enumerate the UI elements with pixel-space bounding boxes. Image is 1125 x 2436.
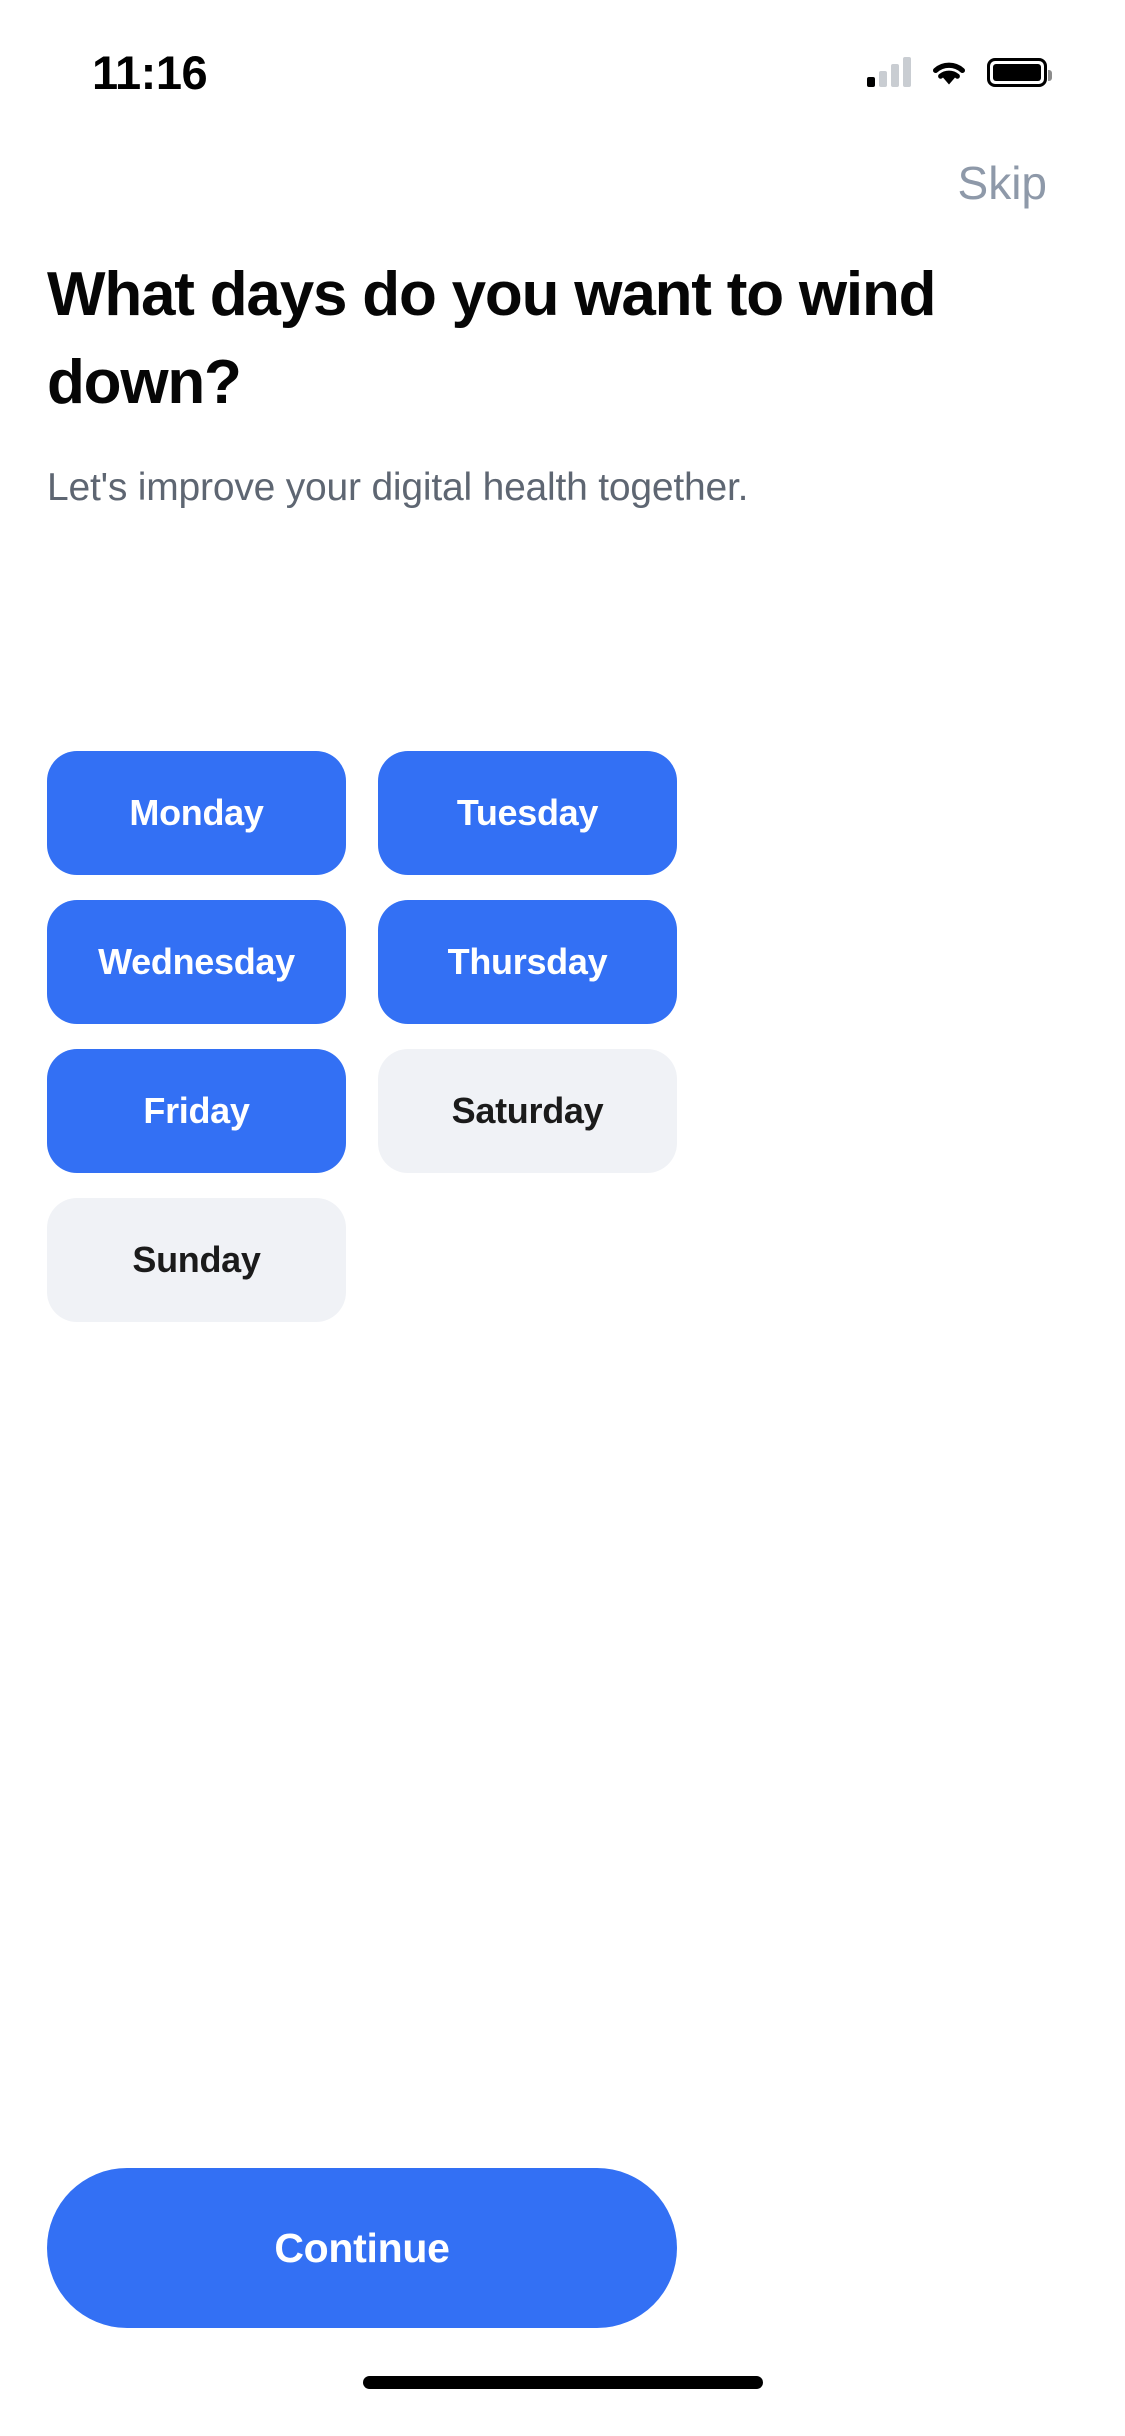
home-indicator[interactable]: [362, 2375, 763, 2389]
battery-icon: [987, 57, 1052, 87]
cellular-signal-icon: [867, 57, 911, 87]
day-button-saturday[interactable]: Saturday: [378, 1049, 677, 1174]
skip-row: Skip: [0, 132, 1125, 209]
home-indicator-area: [0, 2328, 1125, 2436]
wifi-icon: [933, 62, 965, 85]
continue-button[interactable]: Continue: [47, 2168, 677, 2328]
day-grid: Monday Tuesday Wednesday Thursday Friday Satu…: [47, 751, 1078, 1323]
continue-section: Continue: [0, 2168, 1125, 2328]
skip-button[interactable]: Skip: [958, 158, 1047, 209]
status-bar: 11:16: [0, 0, 1125, 132]
day-button-tuesday[interactable]: Tuesday: [378, 751, 677, 876]
day-selection-section: Monday Tuesday Wednesday Thursday Friday Satu…: [0, 751, 1125, 1323]
status-bar-icons: [867, 57, 1052, 87]
page-title: What days do you want to wind down?: [47, 259, 937, 417]
status-bar-time: 11:16: [92, 45, 208, 99]
day-button-friday[interactable]: Friday: [47, 1049, 346, 1174]
layout-spacer: [0, 1322, 1125, 2168]
day-button-thursday[interactable]: Thursday: [378, 900, 677, 1025]
onboarding-screen: 11:16 Skip What days do you want to wind…: [0, 0, 1125, 2436]
page-subtitle: Let's improve your digital health togeth…: [47, 465, 749, 509]
headings: What days do you want to wind down? Let'…: [0, 209, 1125, 514]
day-button-sunday[interactable]: Sunday: [47, 1198, 346, 1323]
day-button-monday[interactable]: Monday: [47, 751, 346, 876]
day-button-wednesday[interactable]: Wednesday: [47, 900, 346, 1025]
